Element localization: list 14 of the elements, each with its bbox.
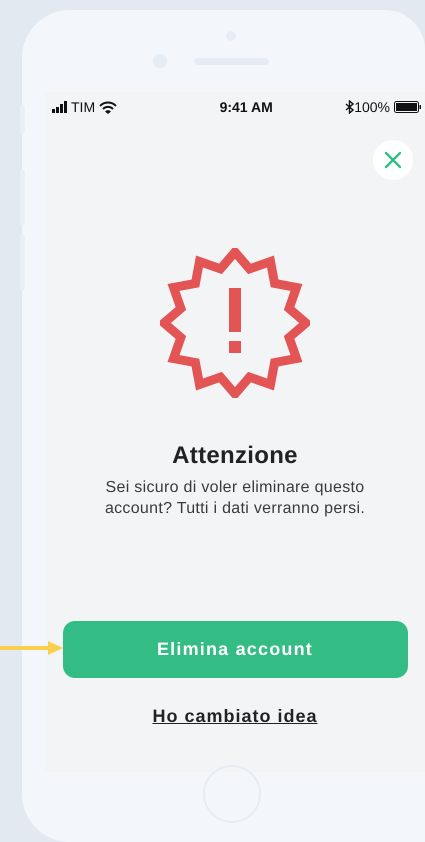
- cancel-link[interactable]: Ho cambiato idea: [152, 703, 318, 730]
- close-icon: [384, 151, 402, 169]
- pointer-arrow: [0, 640, 64, 656]
- bluetooth-icon: [345, 100, 354, 114]
- close-button[interactable]: [373, 140, 413, 180]
- clock-time: 9:41 AM: [220, 98, 273, 116]
- carrier-name: TIM: [71, 98, 96, 116]
- signal-icon: [52, 101, 67, 113]
- dialog-title: Attenzione: [172, 441, 298, 471]
- battery-percent: 100%: [354, 98, 390, 116]
- battery-icon: [394, 101, 422, 113]
- wifi-icon: [99, 100, 118, 114]
- dialog-message: Sei sicuro di voler eliminare questo account? Tutti i dati verranno persi.: [104, 478, 366, 519]
- warning-icon: [160, 248, 310, 398]
